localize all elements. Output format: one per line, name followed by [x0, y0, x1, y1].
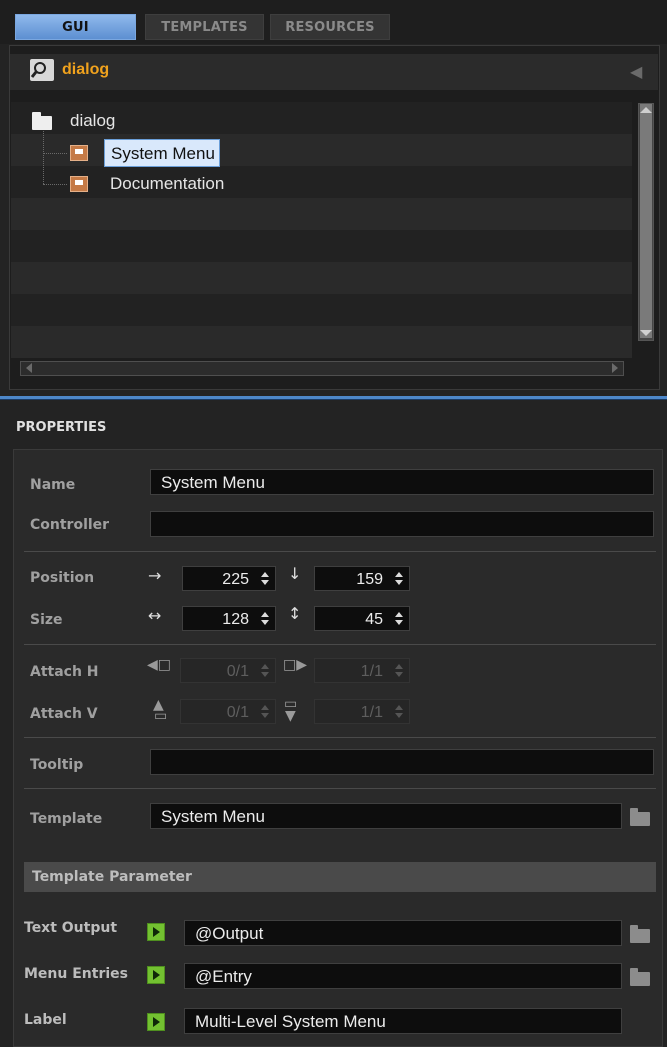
spinner-icon[interactable] — [395, 705, 403, 719]
template-field[interactable]: System Menu — [150, 803, 622, 829]
name-field[interactable]: System Menu — [150, 469, 654, 495]
divider — [24, 737, 656, 738]
text-output-field[interactable]: @Output — [184, 920, 622, 946]
attach-h-left-stepper[interactable]: 0/1 — [180, 658, 276, 683]
tab-resources[interactable]: RESOURCES — [270, 14, 390, 40]
size-height-value: 45 — [365, 611, 383, 628]
divider — [24, 551, 656, 552]
template-label: Template — [30, 811, 103, 827]
tree-connector — [43, 153, 67, 154]
tree-row — [11, 230, 632, 262]
tree-item-system-menu[interactable]: System Menu — [104, 139, 220, 167]
tooltip-field[interactable] — [150, 749, 654, 775]
scroll-right-icon[interactable] — [612, 363, 618, 373]
attach-h-label: Attach H — [30, 664, 99, 680]
folder-open-icon[interactable] — [630, 968, 650, 986]
template-item-icon — [70, 145, 88, 161]
horizontal-scrollbar[interactable] — [20, 361, 624, 376]
scroll-up-icon[interactable] — [640, 107, 652, 113]
resize-horizontal-icon: ↔ — [148, 606, 162, 625]
spinner-icon[interactable] — [261, 612, 269, 626]
tree-row — [11, 262, 632, 294]
folder-open-icon[interactable] — [630, 808, 650, 826]
spinner-icon[interactable] — [395, 612, 403, 626]
attach-v-top-stepper[interactable]: 0/1 — [180, 699, 276, 724]
tab-gui[interactable]: GUI — [15, 14, 136, 40]
scroll-down-icon[interactable] — [640, 330, 652, 336]
panel-splitter-shadow — [0, 399, 667, 400]
vertical-scrollbar-thumb[interactable] — [640, 104, 652, 338]
folder-icon — [32, 112, 52, 130]
tree-row — [11, 326, 632, 358]
play-icon[interactable] — [147, 966, 165, 984]
tooltip-label: Tooltip — [30, 757, 84, 773]
folder-open-icon[interactable] — [630, 925, 650, 943]
attach-top-icon: ▭ — [154, 708, 168, 724]
search-icon[interactable] — [30, 59, 54, 81]
tree-row — [11, 294, 632, 326]
attach-v-bottom-stepper[interactable]: 1/1 — [314, 699, 410, 724]
position-y-stepper[interactable]: 159 — [314, 566, 410, 591]
position-x-stepper[interactable]: 225 — [182, 566, 276, 591]
attach-v-bottom-value: 1/1 — [360, 704, 383, 721]
tree-item-dialog[interactable]: dialog — [70, 111, 115, 131]
scroll-left-icon[interactable] — [26, 363, 32, 373]
divider — [24, 644, 656, 645]
position-x-value: 225 — [222, 571, 249, 588]
tree-row — [11, 166, 632, 198]
properties-panel — [13, 449, 663, 1047]
properties-title: PROPERTIES — [16, 420, 107, 435]
size-label: Size — [30, 612, 63, 628]
spinner-icon[interactable] — [261, 705, 269, 719]
label-field[interactable]: Multi-Level System Menu — [184, 1008, 622, 1034]
attach-v-label: Attach V — [30, 706, 98, 722]
spinner-icon[interactable] — [261, 572, 269, 586]
attach-left-icon: ◀□ — [147, 657, 171, 673]
controller-label: Controller — [30, 517, 110, 533]
menu-entries-label: Menu Entries — [24, 966, 128, 982]
arrow-down-icon: ↓ — [288, 564, 302, 583]
menu-entries-field[interactable]: @Entry — [184, 963, 622, 989]
template-parameter-header: Template Parameter — [24, 862, 656, 892]
arrow-right-icon: → — [148, 566, 162, 585]
divider — [24, 788, 656, 789]
position-y-value: 159 — [356, 571, 383, 588]
size-width-value: 128 — [222, 611, 249, 628]
attach-h-left-value: 0/1 — [226, 663, 249, 680]
spinner-icon[interactable] — [395, 572, 403, 586]
resize-vertical-icon: ↕ — [288, 604, 302, 623]
attach-right-icon: □▶ — [283, 657, 307, 673]
position-label: Position — [30, 570, 95, 586]
size-height-stepper[interactable]: 45 — [314, 606, 410, 631]
controller-field[interactable] — [150, 511, 654, 537]
spinner-icon[interactable] — [395, 664, 403, 678]
label-param-label: Label — [24, 1012, 67, 1028]
back-arrow-icon[interactable]: ◀ — [630, 62, 642, 82]
text-output-label: Text Output — [24, 920, 118, 936]
play-icon[interactable] — [147, 1013, 165, 1031]
name-label: Name — [30, 477, 76, 493]
attach-v-top-value: 0/1 — [226, 704, 249, 721]
tab-templates[interactable]: TEMPLATES — [145, 14, 264, 40]
template-item-icon — [70, 176, 88, 192]
tree-item-documentation[interactable]: Documentation — [110, 174, 224, 194]
tree-connector — [43, 184, 67, 185]
path-label: dialog — [62, 61, 110, 78]
attach-h-right-value: 1/1 — [360, 663, 383, 680]
attach-h-right-stepper[interactable]: 1/1 — [314, 658, 410, 683]
size-width-stepper[interactable]: 128 — [182, 606, 276, 631]
spinner-icon[interactable] — [261, 664, 269, 678]
attach-bottom-icon: ▼ — [285, 708, 296, 724]
tree-row — [11, 198, 632, 230]
play-icon[interactable] — [147, 923, 165, 941]
tree-connector — [43, 131, 44, 184]
